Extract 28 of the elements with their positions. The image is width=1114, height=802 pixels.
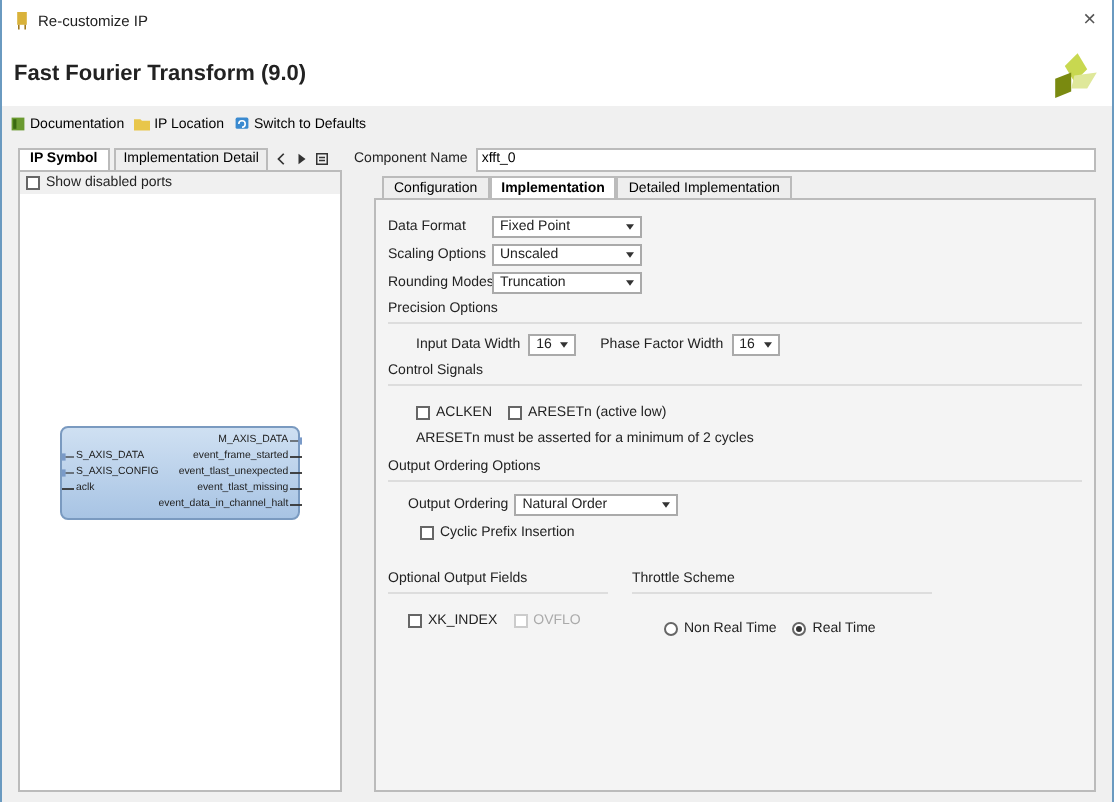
checkbox[interactable] — [26, 176, 40, 190]
caret-icon — [626, 252, 634, 258]
pin-icon — [62, 483, 74, 493]
pin-icon — [290, 499, 303, 509]
radio-button[interactable] — [792, 622, 807, 636]
pin-icon — [290, 467, 303, 477]
radio-button[interactable] — [664, 622, 678, 636]
dialog-title: Fast Fourier Transform (9.0) — [14, 61, 307, 85]
close-button[interactable]: × — [1079, 8, 1100, 32]
checkbox[interactable] — [508, 405, 523, 419]
caret-icon — [626, 280, 634, 286]
caret-icon — [763, 342, 772, 348]
chip-icon — [14, 10, 30, 30]
book-icon — [10, 116, 26, 132]
checkbox[interactable] — [416, 405, 430, 419]
caret-icon — [560, 342, 569, 348]
list-icon[interactable] — [316, 152, 329, 166]
caret-icon — [626, 224, 634, 230]
caret-icon — [662, 502, 671, 508]
checkbox[interactable] — [408, 613, 422, 627]
scroll-right-icon[interactable] — [296, 152, 309, 166]
pin-icon — [290, 451, 303, 461]
checkbox[interactable] — [420, 525, 434, 539]
pin-icon — [290, 483, 303, 493]
folder-icon — [134, 116, 151, 132]
scroll-left-icon[interactable] — [276, 152, 289, 166]
logo-icon — [1052, 49, 1100, 97]
refresh-icon — [234, 116, 250, 132]
